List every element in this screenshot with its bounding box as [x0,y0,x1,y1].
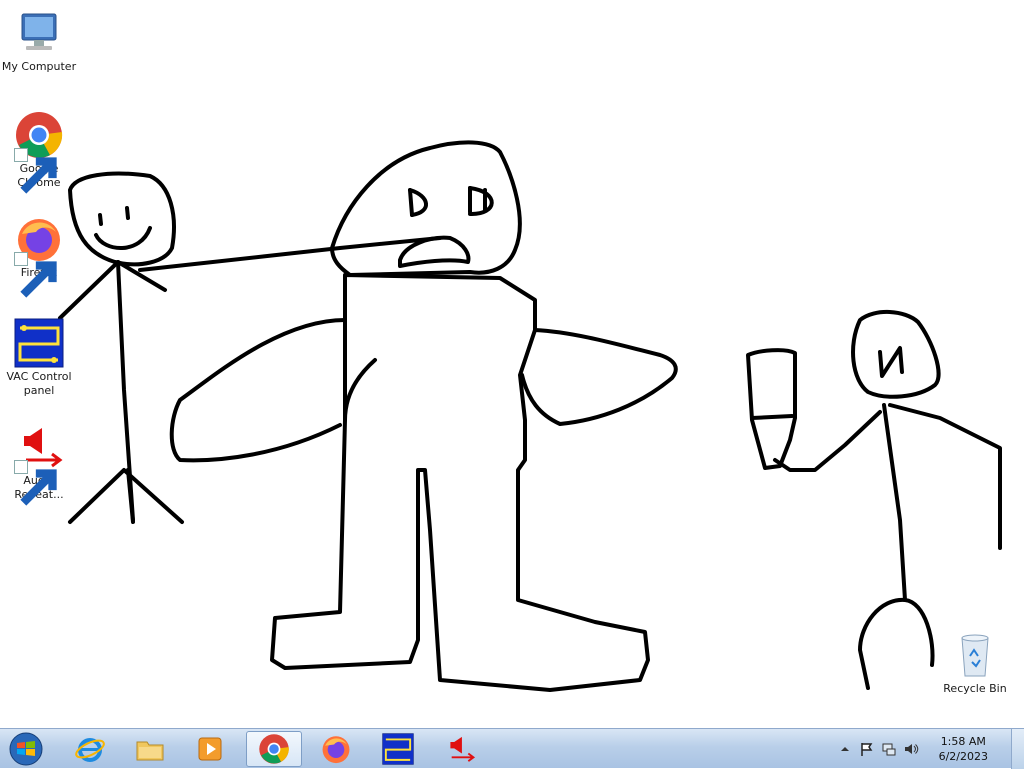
taskbar-audio-repeater[interactable] [432,731,488,767]
firefox-icon [14,214,64,298]
desktop-icon-label: My Computer [1,60,77,73]
chrome-icon [14,110,64,194]
desktop-icon-label: VAC Control panel [6,370,72,397]
ie-icon [75,738,105,762]
taskbar-file-explorer[interactable] [122,731,178,767]
desktop-icon-google-chrome[interactable]: Google Chrome [0,110,78,194]
left-stick-figure [58,171,184,524]
desktop-icon-audio-repeater[interactable]: Audio Repeat... [0,422,78,506]
system-tray: 1:58 AM 6/2/2023 [837,729,988,769]
clock-date: 6/2/2023 [938,750,988,763]
shortcut-arrow-icon [14,460,57,506]
shortcut-arrow-icon [14,252,57,298]
taskbar-firefox[interactable] [308,731,364,767]
desktop-icon-vac-control-panel[interactable]: VAC Control panel [0,318,78,398]
sketch-line [138,236,442,272]
clock-time: 1:58 AM [940,735,986,748]
taskbar-clock[interactable]: 1:58 AM 6/2/2023 [939,734,988,764]
vac-icon [14,318,64,368]
audio-repeater-icon [14,422,64,506]
desktop-icon-firefox[interactable]: Firefox [0,214,78,298]
computer-icon [14,8,64,58]
windows-start-icon [9,732,43,766]
volume-icon[interactable] [903,741,919,757]
taskbar: 1:58 AM 6/2/2023 [0,728,1024,769]
taskbar-internet-explorer[interactable] [62,731,118,767]
big-creature-sketch [169,140,678,692]
audio-repeater-icon [450,736,476,762]
taskbar-google-chrome[interactable] [246,731,302,767]
desktop-icon-label: Recycle Bin [943,682,1007,695]
chrome-icon [259,734,289,764]
shortcut-arrow-icon [14,148,57,194]
show-desktop-button[interactable] [1011,729,1024,769]
action-center-flag-icon[interactable] [859,741,875,757]
desktop-wallpaper-sketch [58,140,1002,692]
desktop-icon-my-computer[interactable]: My Computer [0,8,78,74]
taskbar-vac-control-panel[interactable] [370,731,426,767]
start-button[interactable] [6,731,46,767]
firefox-icon [322,736,350,764]
show-hidden-icons-arrow[interactable] [837,741,853,757]
taskbar-media-player[interactable] [182,731,238,767]
folder-icon [136,741,164,761]
desktop-icon-recycle-bin[interactable]: Recycle Bin [936,630,1014,696]
media-player-icon [198,737,222,761]
network-icon[interactable] [881,741,897,757]
vac-icon [382,733,414,765]
recycle-bin-icon [950,630,1000,680]
